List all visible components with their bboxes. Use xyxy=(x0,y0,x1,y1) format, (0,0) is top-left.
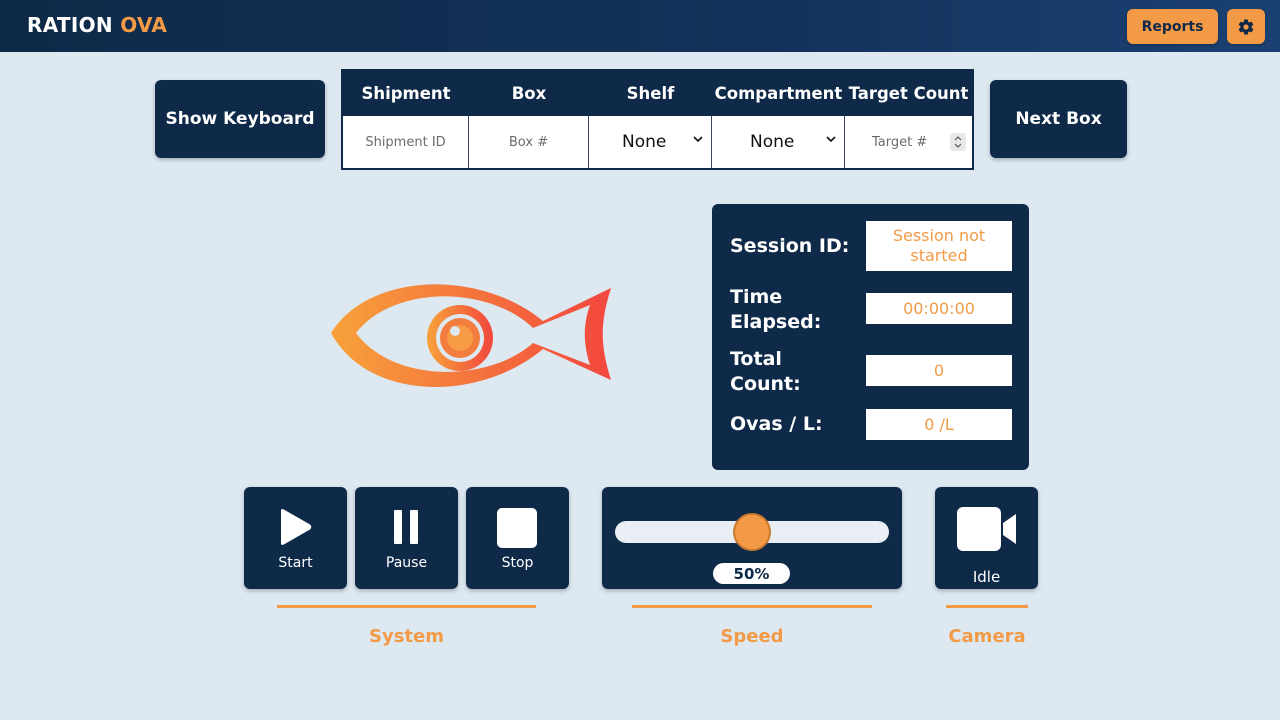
header-shelf: Shelf xyxy=(626,84,675,103)
start-label: Start xyxy=(278,555,313,571)
compartment-select[interactable]: None xyxy=(712,116,845,168)
pause-label: Pause xyxy=(385,555,428,571)
chevron-down-icon xyxy=(693,136,703,143)
time-elapsed-label: Time Elapsed: xyxy=(730,286,822,333)
number-spinner[interactable] xyxy=(950,133,966,151)
spinner-arrows-icon xyxy=(954,136,962,148)
stop-icon xyxy=(497,508,537,548)
camera-button[interactable]: Idle xyxy=(935,487,1038,589)
shelf-select-value: None xyxy=(622,132,667,152)
play-icon xyxy=(281,509,312,545)
stop-label: Stop xyxy=(501,555,534,571)
show-keyboard-label: Show Keyboard xyxy=(165,109,315,129)
camera-status-label: Idle xyxy=(972,568,1001,586)
speed-group-title: Speed xyxy=(720,626,784,647)
brand-accent: OVA xyxy=(120,13,168,37)
gear-icon xyxy=(1238,19,1254,35)
ovas-per-liter-label: Ovas / L: xyxy=(730,413,823,435)
target-count-input[interactable]: Target # xyxy=(845,116,972,168)
system-divider xyxy=(277,605,536,608)
chevron-down-icon xyxy=(826,136,836,143)
header-box: Box xyxy=(511,84,547,103)
total-count-value: 0 xyxy=(866,355,1012,386)
shipment-table-header: Shipment Box Shelf Compartment Target Co… xyxy=(343,71,972,116)
session-panel: Session ID: Session not started Time Ela… xyxy=(712,204,1029,470)
shipment-id-input[interactable]: Shipment ID xyxy=(343,116,469,168)
speed-control: 50% xyxy=(602,487,902,589)
total-count-label: Total Count: xyxy=(730,348,801,395)
pause-button[interactable]: Pause xyxy=(355,487,458,589)
speed-value-badge: 50% xyxy=(713,563,790,584)
shipment-table: Shipment Box Shelf Compartment Target Co… xyxy=(341,69,974,170)
next-box-button[interactable]: Next Box xyxy=(990,80,1127,158)
pause-icon xyxy=(394,510,418,544)
box-number-placeholder: Box # xyxy=(508,134,549,150)
brand-primary: RATION xyxy=(27,13,113,37)
speed-value-label: 50% xyxy=(733,564,770,583)
session-id-value: Session not started xyxy=(866,221,1012,271)
target-count-placeholder: Target # xyxy=(872,134,928,150)
time-elapsed-value: 00:00:00 xyxy=(866,293,1012,324)
shelf-select[interactable]: None xyxy=(589,116,712,168)
top-bar: RATION OVA Reports xyxy=(0,0,1280,52)
next-box-label: Next Box xyxy=(1015,109,1102,129)
settings-button[interactable] xyxy=(1227,9,1265,44)
box-number-input[interactable]: Box # xyxy=(469,116,589,168)
reports-button[interactable]: Reports xyxy=(1127,9,1218,44)
camera-divider xyxy=(946,605,1028,608)
shipment-id-placeholder: Shipment ID xyxy=(365,134,446,150)
speed-divider xyxy=(632,605,872,608)
fish-eye-logo xyxy=(331,284,611,387)
system-group-title: System xyxy=(369,626,444,647)
header-target-count: Target Count xyxy=(848,84,969,103)
session-id-label: Session ID: xyxy=(730,235,850,257)
compartment-select-value: None xyxy=(750,132,795,152)
ovas-per-liter-value: 0 /L xyxy=(866,409,1012,440)
app-brand: RATION OVA xyxy=(27,13,167,37)
show-keyboard-button[interactable]: Show Keyboard xyxy=(155,80,325,158)
header-shipment: Shipment xyxy=(361,84,451,103)
camera-group-title: Camera xyxy=(948,626,1026,647)
stop-button[interactable]: Stop xyxy=(466,487,569,589)
header-compartment: Compartment xyxy=(714,84,843,103)
speed-slider-thumb[interactable] xyxy=(733,513,771,551)
video-camera-icon xyxy=(957,507,1016,551)
shipment-table-row: Shipment ID Box # None None Target # xyxy=(343,116,972,168)
start-button[interactable]: Start xyxy=(244,487,347,589)
reports-button-label: Reports xyxy=(1141,18,1204,35)
